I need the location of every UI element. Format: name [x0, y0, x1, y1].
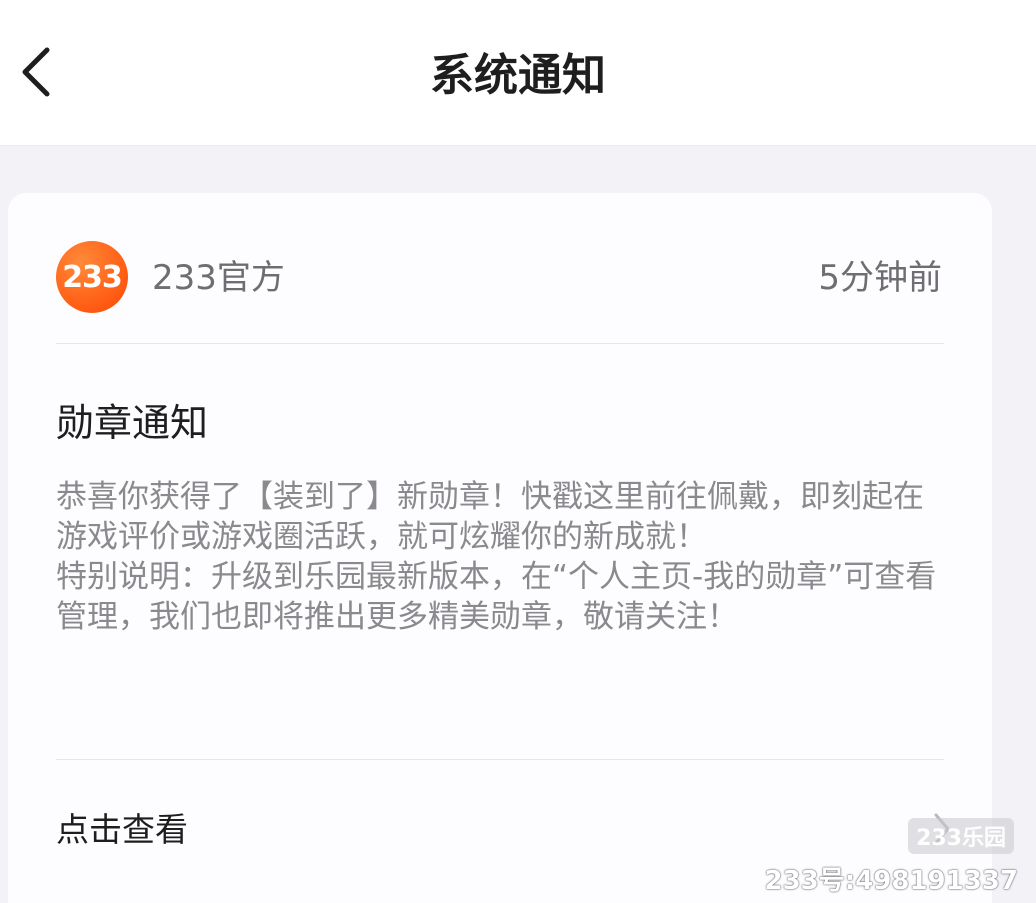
watermark-id: 233号:498191337 — [764, 866, 1019, 896]
body-paragraph: 恭喜你获得了【装到了】新勋章！快戳这里前往佩戴，即刻起在游戏评价或游戏圈活跃，就… — [56, 479, 924, 555]
sender-name: 233官方 — [152, 258, 285, 298]
body-paragraph: 特别说明：升级到乐园最新版本，在“个人主页-我的勋章”可查看管理，我们也即将推出… — [56, 559, 937, 635]
top-bar: 系统通知 — [0, 0, 1036, 146]
divider — [56, 759, 944, 760]
page-title: 系统通知 — [430, 50, 606, 101]
watermark-logo: 233乐园 — [908, 818, 1014, 854]
avatar-logo-text: 233 — [62, 259, 123, 295]
notification-body: 恭喜你获得了【装到了】新勋章！快戳这里前往佩戴，即刻起在游戏评价或游戏圈活跃，就… — [56, 477, 946, 637]
avatar[interactable]: 233 — [56, 241, 128, 313]
view-details-label: 点击查看 — [56, 810, 188, 849]
divider — [56, 343, 944, 344]
timestamp: 5分钟前 — [818, 258, 942, 298]
notification-title: 勋章通知 — [56, 401, 209, 445]
notification-card: 233 233官方 5分钟前 勋章通知 恭喜你获得了【装到了】新勋章！快戳这里前… — [8, 193, 992, 903]
